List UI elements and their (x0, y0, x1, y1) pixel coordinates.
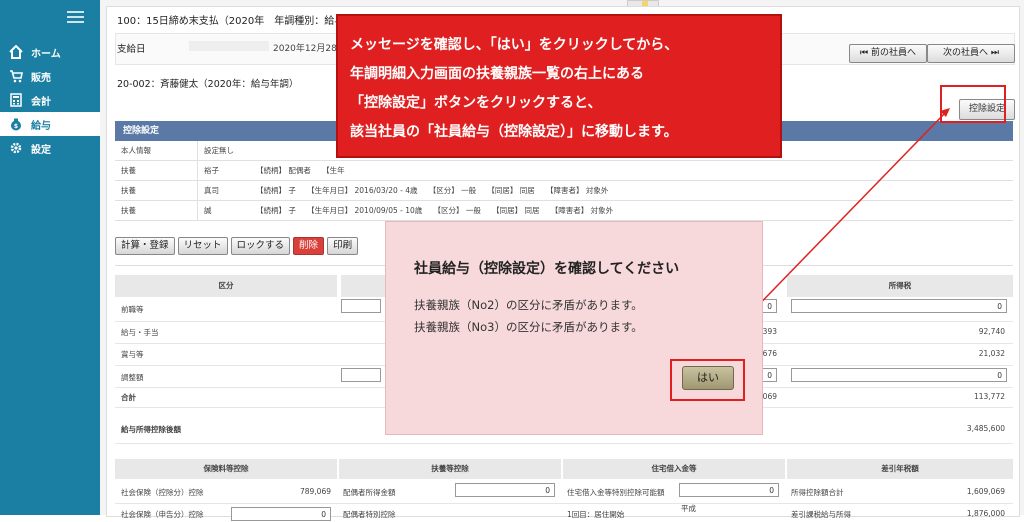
confirm-dialog: 社員給与（控除設定）を確認してください 扶養親族（No2）の区分に矛盾があります… (385, 221, 763, 435)
dialog-title: 社員給与（控除設定）を確認してください (414, 261, 680, 277)
dialog-message: 扶養親族（No3）の区分に矛盾があります。 (414, 320, 643, 334)
dialog-message: 扶養親族（No2）の区分に矛盾があります。 (414, 298, 643, 312)
yes-button-highlight (670, 359, 745, 401)
